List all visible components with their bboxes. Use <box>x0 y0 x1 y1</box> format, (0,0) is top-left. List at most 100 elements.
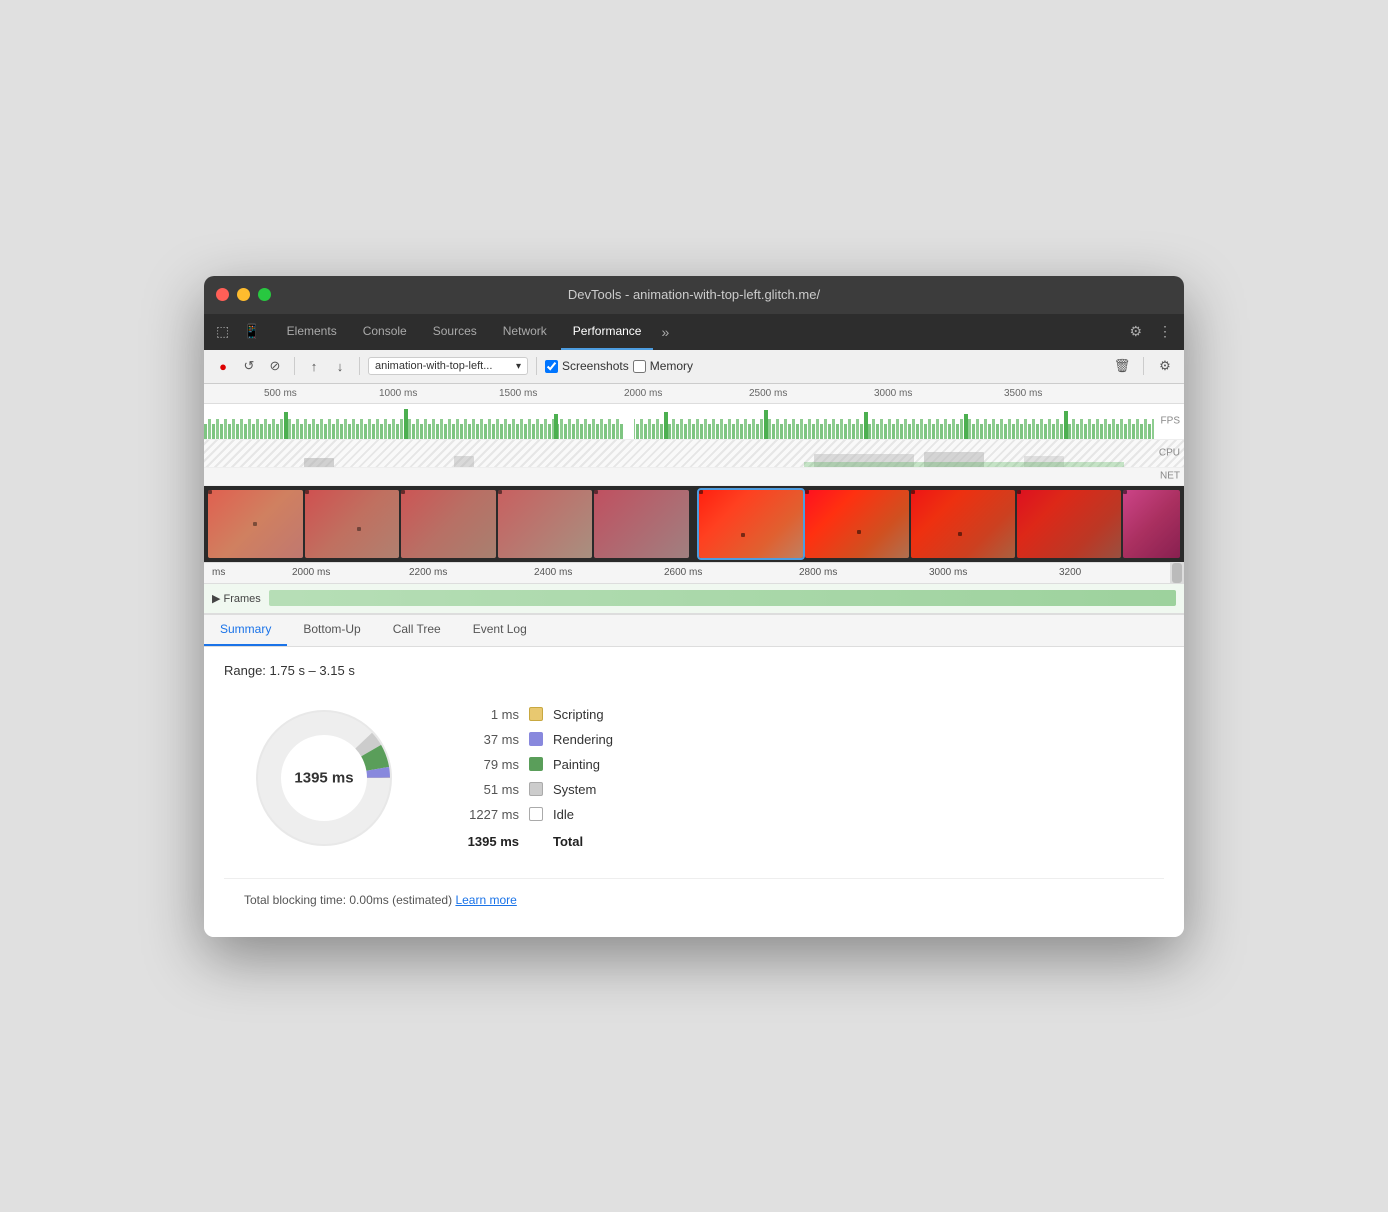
cpu-row[interactable]: CPU <box>204 440 1184 468</box>
ruler-tick-3500: 3500 ms <box>1004 388 1042 399</box>
url-dropdown[interactable]: animation-with-top-left... ▾ <box>368 357 528 375</box>
minimize-button[interactable] <box>237 288 250 301</box>
separator-2 <box>359 357 360 375</box>
summary-content: Range: 1.75 s – 3.15 s <box>204 647 1184 937</box>
tab-bar-right: ⚙ ⋮ <box>1125 321 1176 342</box>
tab-elements[interactable]: Elements <box>275 314 349 350</box>
learn-more-link[interactable]: Learn more <box>455 893 516 907</box>
timeline-scrollbar[interactable] <box>1170 563 1184 583</box>
screenshot-thumb[interactable] <box>208 490 303 558</box>
ruler-tick-500: 500 ms <box>264 388 297 399</box>
separator-4 <box>1143 357 1144 375</box>
record-button[interactable]: ● <box>212 355 234 377</box>
ruler2-tick-2400: 2400 ms <box>534 567 572 578</box>
screenshot-thumb[interactable] <box>1017 490 1121 558</box>
fps-row[interactable]: FPS <box>204 404 1184 440</box>
device-icon[interactable]: 📱 <box>239 321 264 342</box>
maximize-button[interactable] <box>258 288 271 301</box>
system-ms: 51 ms <box>464 782 519 797</box>
timeline-ruler-2[interactable]: ms 2000 ms 2200 ms 2400 ms 2600 ms 2800 … <box>204 562 1184 584</box>
tab-event-log[interactable]: Event Log <box>457 615 543 646</box>
upload-button[interactable]: ↑ <box>303 355 325 377</box>
idle-color <box>529 807 543 821</box>
ruler-tick-3000: 3000 ms <box>874 388 912 399</box>
total-label: Total <box>553 834 583 849</box>
title-bar: DevTools - animation-with-top-left.glitc… <box>204 276 1184 314</box>
menu-icon[interactable]: ⋮ <box>1154 321 1176 342</box>
ruler2-tick-2200: 2200 ms <box>409 567 447 578</box>
capture-settings-button[interactable]: ⚙ <box>1154 355 1176 377</box>
screenshots-strip[interactable] <box>204 486 1184 562</box>
download-button[interactable]: ↓ <box>329 355 351 377</box>
screenshot-thumb[interactable] <box>401 490 496 558</box>
trash-button[interactable]: 🗑 <box>1111 355 1133 377</box>
ruler-tick-1500: 1500 ms <box>499 388 537 399</box>
frames-toggle[interactable]: ▶ Frames <box>212 592 261 605</box>
system-color <box>529 782 543 796</box>
separator-1 <box>294 357 295 375</box>
screenshots-checkbox-label[interactable]: Screenshots <box>545 359 629 373</box>
close-button[interactable] <box>216 288 229 301</box>
ruler2-tick-ms: ms <box>212 567 225 578</box>
painting-label: Painting <box>553 757 600 772</box>
performance-toolbar: ● ↺ ⊘ ↑ ↓ animation-with-top-left... ▾ S… <box>204 350 1184 384</box>
rendering-color <box>529 732 543 746</box>
tab-summary[interactable]: Summary <box>204 615 287 646</box>
devtools-icons: ⬚ 📱 <box>212 321 265 342</box>
memory-checkbox-label[interactable]: Memory <box>633 359 693 373</box>
legend-item-scripting: 1 ms Scripting <box>464 707 613 722</box>
timeline-area: 500 ms 1000 ms 1500 ms 2000 ms 2500 ms 3… <box>204 384 1184 615</box>
screenshot-thumb[interactable] <box>805 490 909 558</box>
frames-row: ▶ Frames <box>204 584 1184 614</box>
screenshot-thumb-selected[interactable] <box>699 490 803 558</box>
fps-label: FPS <box>1161 416 1180 427</box>
settings-icon[interactable]: ⚙ <box>1125 321 1146 342</box>
timeline-ruler[interactable]: 500 ms 1000 ms 1500 ms 2000 ms 2500 ms 3… <box>204 384 1184 404</box>
fps-chart <box>204 404 1184 439</box>
more-tabs-button[interactable]: » <box>655 324 675 340</box>
tab-sources[interactable]: Sources <box>421 314 489 350</box>
rendering-ms: 37 ms <box>464 732 519 747</box>
tab-bottom-up[interactable]: Bottom-Up <box>287 615 376 646</box>
tab-call-tree[interactable]: Call Tree <box>377 615 457 646</box>
ruler-tick-2000: 2000 ms <box>624 388 662 399</box>
ruler2-tick-2800: 2800 ms <box>799 567 837 578</box>
scripting-ms: 1 ms <box>464 707 519 722</box>
total-ms: 1395 ms <box>464 834 519 849</box>
tab-console[interactable]: Console <box>351 314 419 350</box>
idle-label: Idle <box>553 807 574 822</box>
tab-bar: ⬚ 📱 Elements Console Sources Network Per… <box>204 314 1184 350</box>
tab-performance[interactable]: Performance <box>561 314 654 350</box>
screenshot-thumb[interactable] <box>305 490 400 558</box>
legend-total-row: 1395 ms Total <box>464 834 613 849</box>
scripting-label: Scripting <box>553 707 604 722</box>
summary-legend: 1 ms Scripting 37 ms Rendering 79 ms <box>464 707 613 849</box>
clear-button[interactable]: ⊘ <box>264 355 286 377</box>
screenshot-thumb[interactable] <box>498 490 593 558</box>
screenshot-thumb[interactable] <box>594 490 689 558</box>
ruler2-tick-3200: 3200 <box>1059 567 1081 578</box>
ruler-tick-1000: 1000 ms <box>379 388 417 399</box>
ruler-tick-2500: 2500 ms <box>749 388 787 399</box>
tab-network[interactable]: Network <box>491 314 559 350</box>
bottom-panel: Summary Bottom-Up Call Tree Event Log Ra… <box>204 615 1184 937</box>
reload-button[interactable]: ↺ <box>238 355 260 377</box>
screenshot-thumb[interactable] <box>1123 490 1180 558</box>
painting-ms: 79 ms <box>464 757 519 772</box>
devtools-window: DevTools - animation-with-top-left.glitc… <box>204 276 1184 937</box>
legend-item-painting: 79 ms Painting <box>464 757 613 772</box>
net-row[interactable]: NET <box>204 468 1184 486</box>
blocking-footer: Total blocking time: 0.00ms (estimated) … <box>224 878 1164 921</box>
cursor-icon[interactable]: ⬚ <box>212 321 233 342</box>
legend-item-idle: 1227 ms Idle <box>464 807 613 822</box>
rendering-label: Rendering <box>553 732 613 747</box>
memory-checkbox[interactable] <box>633 360 646 373</box>
timeline-gap <box>691 490 697 558</box>
idle-ms: 1227 ms <box>464 807 519 822</box>
net-label: NET <box>1160 471 1180 482</box>
screenshot-thumb[interactable] <box>911 490 1015 558</box>
frames-bar <box>269 590 1176 606</box>
screenshots-checkbox[interactable] <box>545 360 558 373</box>
dropdown-arrow-icon: ▾ <box>516 361 521 372</box>
legend-item-rendering: 37 ms Rendering <box>464 732 613 747</box>
